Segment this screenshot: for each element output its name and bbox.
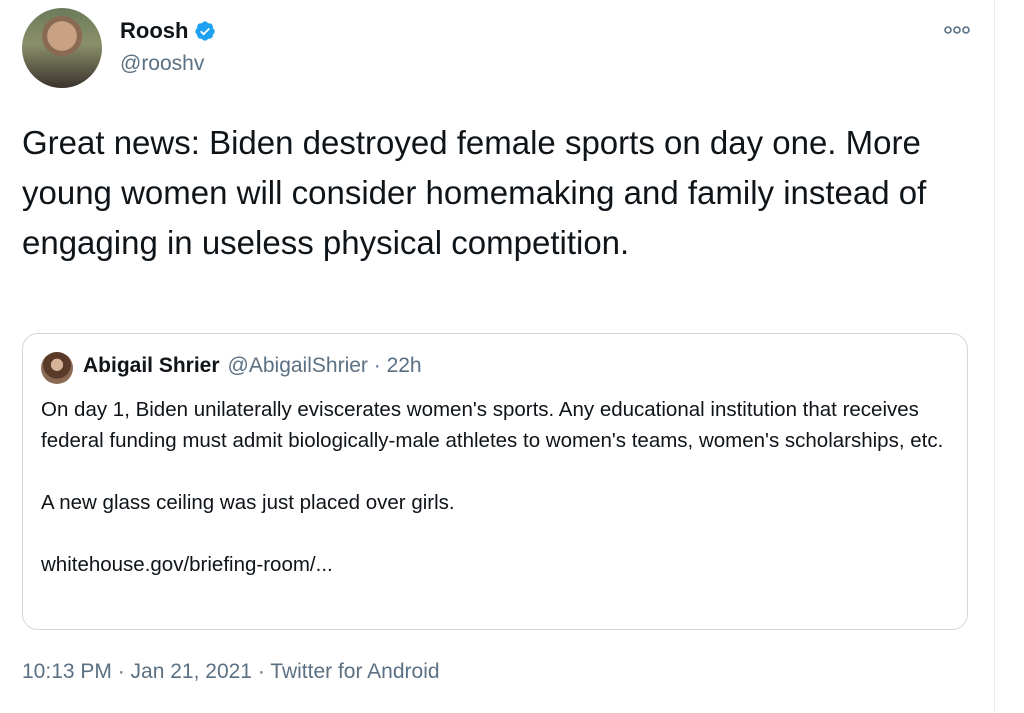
author-name-row[interactable]: Roosh <box>120 18 216 44</box>
tweet-timestamp-row: 10:13 PM · Jan 21, 2021 · Twitter for An… <box>22 660 440 684</box>
quoted-tweet-card[interactable]: Abigail Shrier @AbigailShrier · 22h On d… <box>22 333 968 630</box>
quoted-author-avatar <box>41 352 73 384</box>
quoted-paragraph-1: On day 1, Biden unilaterally eviscerates… <box>41 398 944 452</box>
tweet-text: Great news: Biden destroyed female sport… <box>22 124 936 261</box>
verified-badge-icon <box>195 21 216 41</box>
timeline-border <box>994 0 995 713</box>
author-avatar[interactable] <box>22 8 102 88</box>
meta-separator: · <box>252 660 271 683</box>
quoted-author-meta: @AbigailShrier · 22h <box>227 354 422 377</box>
quoted-author-name: Abigail Shrier <box>83 354 220 377</box>
more-options-icon[interactable] <box>944 24 970 36</box>
quoted-tweet-body: On day 1, Biden unilaterally eviscerates… <box>41 394 946 580</box>
author-handle[interactable]: @rooshv <box>120 52 204 76</box>
quoted-link[interactable]: whitehouse.gov/briefing-room/... <box>41 549 946 580</box>
quoted-paragraph-2: A new glass ceiling was just placed over… <box>41 491 455 514</box>
tweet-source[interactable]: Twitter for Android <box>270 660 439 683</box>
tweet-timestamp[interactable]: 10:13 PM · Jan 21, 2021 <box>22 660 252 683</box>
quoted-tweet-header: Abigail Shrier @AbigailShrier · 22h <box>83 354 422 378</box>
author-name[interactable]: Roosh <box>120 18 188 44</box>
